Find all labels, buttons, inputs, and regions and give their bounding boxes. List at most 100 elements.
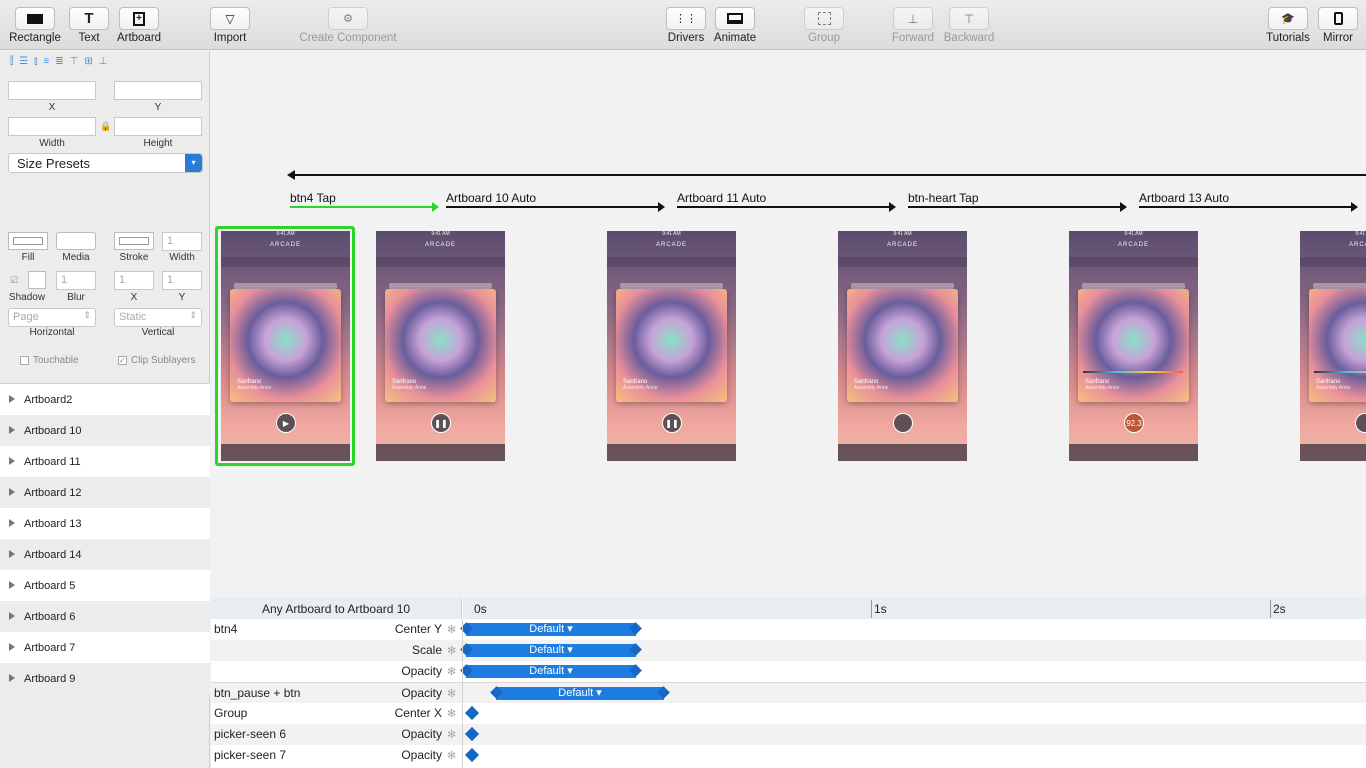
- layer-row[interactable]: Artboard 9: [0, 663, 210, 694]
- timeline-row[interactable]: Group Center X ✻: [211, 703, 1366, 724]
- gear-icon[interactable]: ✻: [447, 644, 456, 657]
- animate-button[interactable]: Animate: [703, 7, 767, 44]
- arrow-head-icon: [658, 202, 665, 212]
- artboard-tool[interactable]: + Artboard: [107, 7, 171, 44]
- group-button[interactable]: Group: [792, 7, 856, 44]
- disclosure-triangle-icon[interactable]: [9, 457, 15, 465]
- timeline-row[interactable]: btn4 Center Y ✻ Default ▾: [211, 619, 1366, 640]
- timeline-row[interactable]: picker-seen 7 Opacity ✻: [211, 745, 1366, 766]
- timeline-row[interactable]: picker-seen 6 Opacity ✻: [211, 724, 1366, 745]
- width-input[interactable]: [8, 117, 96, 136]
- animation-bar[interactable]: Default ▾: [466, 644, 636, 657]
- connection-arrow[interactable]: [1139, 206, 1351, 208]
- time-ruler[interactable]: 0s 1s 2s: [463, 598, 1366, 619]
- size-presets-select[interactable]: Size Presets ▾: [8, 153, 203, 173]
- connection-label[interactable]: btn4 Tap: [290, 191, 336, 205]
- align-bottom-icon[interactable]: ⊥: [99, 56, 108, 70]
- disclosure-triangle-icon[interactable]: [9, 426, 15, 434]
- connection-arrow[interactable]: [908, 206, 1120, 208]
- stroke-width-input[interactable]: 1: [162, 232, 202, 251]
- height-input[interactable]: [114, 117, 202, 136]
- pause-icon: ❚❚: [431, 413, 451, 433]
- mirror-button[interactable]: Mirror: [1306, 7, 1366, 44]
- connection-arrow[interactable]: [290, 206, 432, 208]
- horizontal-select[interactable]: Page ⇕: [8, 308, 96, 327]
- animation-bar[interactable]: Default ▾: [466, 665, 636, 678]
- artboard-thumbnail[interactable]: 9:41 AM ARCADE Sanfrano Assembly Anne ❚❚: [607, 231, 736, 461]
- layer-row[interactable]: Artboard 13: [0, 508, 210, 539]
- connection-label[interactable]: btn-heart Tap: [908, 191, 979, 205]
- stroke-width-label: Width: [169, 252, 195, 263]
- layer-row[interactable]: Artboard 7: [0, 632, 210, 663]
- animation-bar[interactable]: Default ▾: [466, 623, 636, 636]
- layer-row[interactable]: Artboard 10: [0, 415, 210, 446]
- lock-icon[interactable]: 🔒: [100, 121, 111, 132]
- artboard-thumbnail[interactable]: 9:41 AM ARCADE Sanfrano Assembly Anne 92.…: [1069, 231, 1198, 461]
- forward-icon: ⊥: [907, 11, 919, 26]
- phone-tab-bar: [1069, 444, 1198, 461]
- genre-picker: [607, 257, 736, 267]
- artboard-thumbnail[interactable]: 9:41 AM ARCADE SanfranoAssembly Anne: [1300, 231, 1366, 461]
- gear-icon[interactable]: ✻: [447, 665, 456, 678]
- align-right-icon[interactable]: ⫾: [34, 56, 37, 70]
- artboard-thumbnail[interactable]: 9:41 AM ARCADE SanfranoAssembly Anne: [838, 231, 967, 461]
- clip-sublayers-checkbox[interactable]: ✓ Clip Sublayers: [118, 355, 195, 366]
- distribute-h-icon[interactable]: ≡: [43, 56, 49, 70]
- timeline-row[interactable]: Scale ✻ Default ▾: [211, 640, 1366, 661]
- keyframe-icon[interactable]: [464, 747, 480, 763]
- stroke-swatch[interactable]: [114, 232, 154, 250]
- shadow-color-swatch[interactable]: [28, 271, 46, 289]
- y-input[interactable]: [114, 81, 202, 100]
- disclosure-triangle-icon[interactable]: [9, 612, 15, 620]
- touchable-checkbox[interactable]: Touchable: [20, 355, 79, 366]
- connection-label[interactable]: Artboard 13 Auto: [1139, 191, 1229, 205]
- gear-icon[interactable]: ✻: [447, 749, 456, 762]
- disclosure-triangle-icon[interactable]: [9, 395, 15, 403]
- align-left-icon[interactable]: ⫿: [10, 56, 13, 70]
- x-input[interactable]: [8, 81, 96, 100]
- align-middle-icon[interactable]: ⊞: [84, 56, 92, 70]
- song-info: Sanfrano Assembly Anne: [623, 379, 657, 391]
- create-component-button[interactable]: ⚙ Create Component: [296, 7, 400, 44]
- backward-button[interactable]: ⊤ Backward: [937, 7, 1001, 44]
- layer-row[interactable]: Artboard2: [0, 384, 210, 415]
- disclosure-triangle-icon[interactable]: [9, 581, 15, 589]
- layer-row[interactable]: Artboard 11: [0, 446, 210, 477]
- import-button[interactable]: ▽ Import: [198, 7, 262, 44]
- shadow-checkbox[interactable]: ☑: [10, 275, 18, 286]
- connection-label[interactable]: Artboard 10 Auto: [446, 191, 536, 205]
- layer-row[interactable]: Artboard 5: [0, 570, 210, 601]
- media-swatch[interactable]: [56, 232, 96, 250]
- artboard-thumbnail[interactable]: 9:41 AM ARCADE Sanfrano Assembly Anne ❚❚: [376, 231, 505, 461]
- animation-bar[interactable]: Default ▾: [496, 687, 664, 700]
- shadow-x-input[interactable]: 1: [114, 271, 154, 290]
- disclosure-triangle-icon[interactable]: [9, 550, 15, 558]
- layer-row[interactable]: Artboard 6: [0, 601, 210, 632]
- disclosure-triangle-icon[interactable]: [9, 643, 15, 651]
- align-center-h-icon[interactable]: ☰: [19, 56, 28, 70]
- gear-icon[interactable]: ✻: [447, 687, 456, 700]
- connection-arrow[interactable]: [446, 206, 658, 208]
- connection-arrow[interactable]: [677, 206, 889, 208]
- distribute-v-icon[interactable]: ≣: [55, 56, 63, 70]
- disclosure-triangle-icon[interactable]: [9, 519, 15, 527]
- fill-swatch[interactable]: [8, 232, 48, 250]
- shadow-y-input[interactable]: 1: [162, 271, 202, 290]
- loop-back-arrow[interactable]: [291, 174, 1366, 176]
- layer-row[interactable]: Artboard 14: [0, 539, 210, 570]
- disclosure-triangle-icon[interactable]: [9, 674, 15, 682]
- gear-icon[interactable]: ✻: [447, 707, 456, 720]
- keyframe-icon[interactable]: [464, 726, 480, 742]
- keyframe-icon[interactable]: [464, 705, 480, 721]
- layer-row[interactable]: Artboard 12: [0, 477, 210, 508]
- connection-label[interactable]: Artboard 11 Auto: [677, 191, 766, 205]
- blur-input[interactable]: 1: [56, 271, 96, 290]
- timeline-row[interactable]: Opacity ✻ Default ▾: [211, 661, 1366, 682]
- align-top-icon[interactable]: ⊤: [70, 56, 79, 70]
- timeline-row[interactable]: btn_pause + btn Opacity ✻ Default ▾: [211, 682, 1366, 703]
- gear-icon[interactable]: ✻: [447, 728, 456, 741]
- vertical-select[interactable]: Static ⇕: [114, 308, 202, 327]
- gear-icon[interactable]: ✻: [447, 623, 456, 636]
- disclosure-triangle-icon[interactable]: [9, 488, 15, 496]
- forward-button[interactable]: ⊥ Forward: [881, 7, 945, 44]
